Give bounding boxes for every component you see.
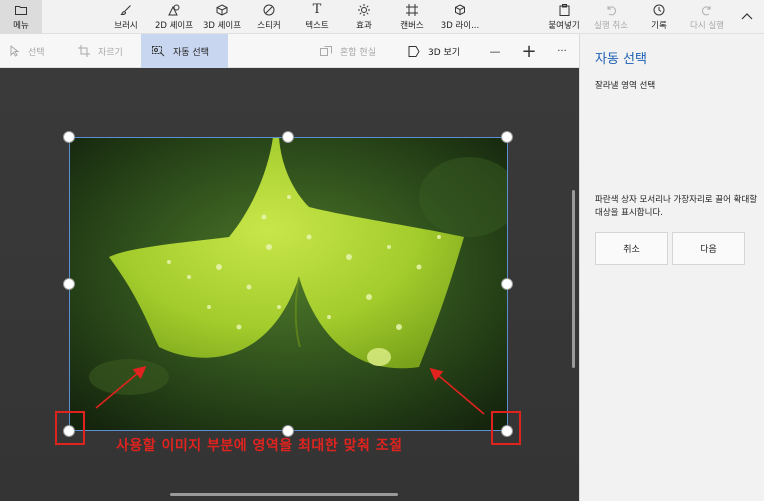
- panel-description: 파란색 상자 모서리나 가장자리로 끌어 확대할 대상을 표시합니다.: [595, 195, 758, 218]
- undo-icon: [605, 4, 617, 16]
- undo-label: 실행 취소: [594, 20, 628, 31]
- clock-icon: [653, 4, 665, 16]
- redo-label: 다시 실행: [690, 20, 724, 31]
- horizontal-scrollbar[interactable]: [170, 493, 398, 496]
- panel-title: 자동 선택: [595, 52, 647, 67]
- history-button[interactable]: 기록: [648, 0, 670, 34]
- redo-icon: [701, 4, 713, 16]
- collapse-toolbar-button[interactable]: [736, 0, 758, 34]
- arrow-right: [429, 367, 485, 415]
- annotation-caption: 사용할 이미지 부분에 영역을 최대한 맞춰 조절: [116, 438, 403, 454]
- side-panel: 자동 선택 잘라낼 영역 선택 파란색 상자 모서리나 가장자리로 끌어 확대할…: [579, 34, 764, 501]
- arrow-left: [95, 365, 147, 409]
- vertical-scrollbar[interactable]: [572, 190, 575, 368]
- annotation-arrows: [95, 365, 485, 415]
- redo-button[interactable]: 다시 실행: [688, 0, 726, 34]
- chevron-up-icon: [741, 10, 753, 22]
- cancel-button[interactable]: 취소: [595, 232, 668, 265]
- history-label: 기록: [651, 20, 667, 31]
- next-button[interactable]: 다음: [672, 232, 745, 265]
- panel-subtitle: 잘라낼 영역 선택: [595, 81, 656, 91]
- undo-button[interactable]: 실행 취소: [592, 0, 630, 34]
